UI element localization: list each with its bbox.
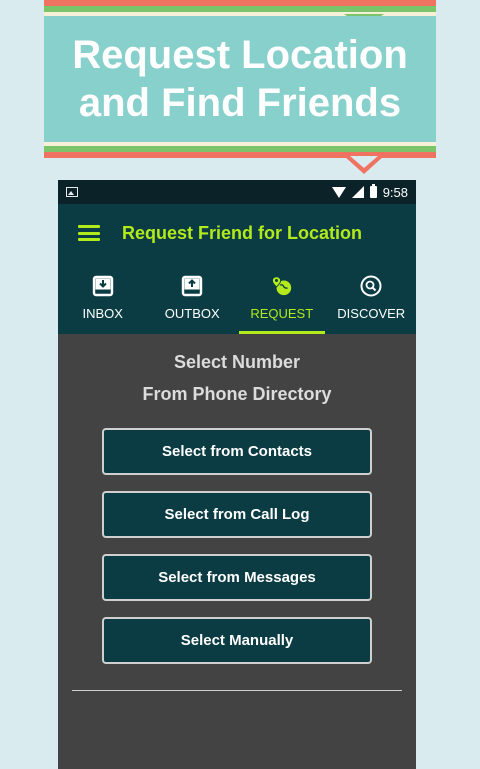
tab-discover[interactable]: DISCOVER [327,262,417,334]
location-globe-icon [271,275,293,297]
banner-line-1: Request Location [72,33,408,77]
banner-line-2: and Find Friends [78,81,402,125]
heading-line-2: From Phone Directory [142,384,332,404]
tab-discover-label: DISCOVER [337,306,406,321]
heading-line-1: Select Number [173,352,301,372]
wifi-icon [331,186,346,198]
app-bar: Request Friend for Location [58,204,416,262]
app-title: Request Friend for Location [122,222,363,243]
hamburger-menu-icon[interactable] [78,225,100,241]
download-box-icon [92,275,114,297]
upload-box-icon [181,275,203,297]
tab-outbox-label: OUTBOX [164,306,220,321]
tab-inbox-label: INBOX [82,306,123,321]
status-time: 9:58 [382,184,408,200]
select-from-contacts-button[interactable]: Select from Contacts [102,428,372,475]
tab-bar: INBOX OUTBOX REQUEST DISCOVER [58,262,416,334]
signal-icon [351,186,364,198]
tab-inbox[interactable]: INBOX [58,262,148,334]
divider [72,690,402,691]
main-content: Select Number From Phone Directory Selec… [58,334,416,691]
banner-text-area: Request Location and Find Friends [44,16,436,142]
banner-notch [350,156,378,168]
button-group: Select from Contacts Select from Call Lo… [102,428,372,680]
select-from-messages-button[interactable]: Select from Messages [102,554,372,601]
select-manually-button[interactable]: Select Manually [102,617,372,664]
tab-request[interactable]: REQUEST [237,262,327,334]
promo-banner: Request Location and Find Friends [44,0,436,178]
phone-screen: 9:58 Request Friend for Location INBOX O… [58,180,416,769]
select-from-call-log-button[interactable]: Select from Call Log [102,491,372,538]
status-bar: 9:58 [58,180,416,204]
tab-request-label: REQUEST [250,306,314,321]
battery-icon [369,184,377,198]
search-circle-icon [360,275,382,297]
image-notification-icon [66,187,78,197]
tab-outbox[interactable]: OUTBOX [148,262,238,334]
